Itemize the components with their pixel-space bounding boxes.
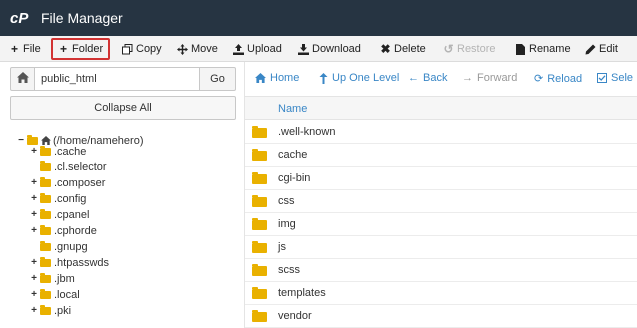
folder-icon bbox=[40, 176, 51, 187]
expand-icon[interactable]: + bbox=[30, 273, 38, 284]
upload-button[interactable]: Upload bbox=[233, 39, 282, 59]
undo-icon: ↺ bbox=[443, 42, 454, 56]
tree-item-cl-selector[interactable]: .cl.selector bbox=[30, 159, 107, 174]
cpanel-logo-icon[interactable]: cP bbox=[10, 10, 34, 26]
download-button[interactable]: Download bbox=[298, 39, 361, 59]
file-icon bbox=[515, 43, 526, 55]
file-row-js[interactable]: js bbox=[245, 236, 637, 259]
file-navigation: Home Up One Level ← Back → Forward ⟳ Reload… bbox=[245, 62, 637, 96]
folder-icon bbox=[252, 149, 267, 161]
folder-icon bbox=[40, 240, 51, 251]
collapse-all-button[interactable]: Collapse All bbox=[10, 96, 236, 120]
nav-reload-button[interactable]: ⟳ Reload bbox=[534, 72, 582, 86]
file-row-cgi-bin[interactable]: cgi-bin bbox=[245, 167, 637, 190]
expand-icon[interactable]: + bbox=[30, 177, 38, 188]
file-row-scss[interactable]: scss bbox=[245, 259, 637, 282]
level-up-icon bbox=[319, 72, 328, 84]
file-row-vendor[interactable]: vendor bbox=[245, 305, 637, 328]
reload-icon: ⟳ bbox=[534, 73, 544, 85]
tree-item-config[interactable]: + .config bbox=[30, 191, 86, 206]
file-row-templates[interactable]: templates bbox=[245, 282, 637, 305]
home-icon bbox=[255, 73, 266, 83]
expand-icon[interactable]: + bbox=[30, 225, 38, 236]
folder-icon bbox=[252, 310, 267, 322]
file-row-css[interactable]: css bbox=[245, 190, 637, 213]
folder-icon bbox=[40, 145, 51, 156]
app-header: cP File Manager bbox=[0, 0, 637, 36]
plus-icon: + bbox=[10, 42, 18, 56]
folder-icon bbox=[252, 241, 267, 253]
copy-button[interactable]: Copy bbox=[122, 39, 162, 59]
expand-icon[interactable]: + bbox=[30, 257, 38, 268]
file-row-cache[interactable]: cache bbox=[245, 144, 637, 167]
go-button[interactable]: Go bbox=[200, 67, 236, 91]
folder-icon bbox=[252, 264, 267, 276]
folder-icon bbox=[40, 160, 51, 171]
folder-icon bbox=[252, 287, 267, 299]
close-icon: ✖ bbox=[380, 42, 391, 56]
pencil-icon bbox=[585, 44, 596, 55]
folder-icon bbox=[252, 172, 267, 184]
file-list-header: Name bbox=[245, 96, 637, 120]
file-row-well-known[interactable]: .well-known bbox=[245, 121, 637, 144]
folder-icon bbox=[252, 126, 267, 138]
name-column-header[interactable]: Name bbox=[278, 103, 307, 115]
folder-icon bbox=[40, 304, 51, 315]
edit-button[interactable]: Edit bbox=[585, 39, 618, 59]
delete-button[interactable]: ✖ Delete bbox=[380, 39, 425, 59]
tree-item-composer[interactable]: + .composer bbox=[30, 175, 105, 190]
nav-up-level-button[interactable]: Up One Level bbox=[319, 72, 399, 84]
folder-icon bbox=[40, 288, 51, 299]
tree-item-jbm[interactable]: + .jbm bbox=[30, 271, 75, 286]
folder-icon bbox=[40, 256, 51, 267]
expand-icon[interactable]: + bbox=[30, 289, 38, 300]
home-dir-button[interactable] bbox=[10, 67, 35, 91]
folder-icon bbox=[40, 224, 51, 235]
tree-item-gnupg[interactable]: .gnupg bbox=[30, 239, 88, 254]
tree-item-pki[interactable]: + .pki bbox=[30, 303, 71, 318]
expand-icon[interactable]: + bbox=[30, 193, 38, 204]
restore-button[interactable]: ↺ Restore bbox=[443, 39, 495, 59]
copy-icon bbox=[122, 43, 133, 55]
file-row-img[interactable]: img bbox=[245, 213, 637, 236]
nav-back-button[interactable]: ← Back bbox=[408, 72, 447, 84]
svg-text:cP: cP bbox=[10, 10, 29, 26]
arrow-left-icon: ← bbox=[408, 72, 419, 84]
tree-item-cphorde[interactable]: + .cphorde bbox=[30, 223, 97, 238]
folder-icon bbox=[252, 195, 267, 207]
tree-item-htpasswds[interactable]: + .htpasswds bbox=[30, 255, 109, 270]
tree-item-local[interactable]: + .local bbox=[30, 287, 80, 302]
expand-icon[interactable]: + bbox=[30, 146, 38, 157]
new-folder-button[interactable]: + Folder bbox=[51, 38, 111, 60]
move-arrows-icon bbox=[177, 43, 188, 55]
new-file-button[interactable]: + File bbox=[9, 39, 41, 59]
nav-forward-button[interactable]: → Forward bbox=[462, 72, 517, 84]
nav-home-button[interactable]: Home bbox=[255, 72, 299, 84]
path-bar: Go bbox=[10, 67, 236, 91]
collapse-icon[interactable]: − bbox=[17, 135, 25, 146]
home-icon bbox=[16, 72, 29, 86]
folder-icon bbox=[252, 218, 267, 230]
checkbox-icon bbox=[597, 73, 607, 83]
app-title: File Manager bbox=[41, 10, 123, 26]
rename-button[interactable]: Rename bbox=[515, 39, 571, 59]
plus-icon: + bbox=[59, 42, 67, 56]
tree-item-cpanel[interactable]: + .cpanel bbox=[30, 207, 89, 222]
folder-icon bbox=[40, 208, 51, 219]
path-input[interactable] bbox=[35, 67, 200, 91]
nav-select-all-button[interactable]: Sele bbox=[597, 72, 633, 84]
download-icon bbox=[298, 43, 309, 55]
folder-icon bbox=[40, 272, 51, 283]
move-button[interactable]: Move bbox=[177, 39, 218, 59]
expand-icon[interactable]: + bbox=[30, 209, 38, 220]
upload-icon bbox=[233, 43, 244, 55]
arrow-right-icon: → bbox=[462, 72, 473, 84]
expand-icon[interactable]: + bbox=[30, 305, 38, 316]
toolbar: + File + Folder Copy Move Upload Download … bbox=[0, 36, 637, 62]
tree-item-cache[interactable]: + .cache bbox=[30, 144, 86, 159]
folder-icon bbox=[40, 192, 51, 203]
